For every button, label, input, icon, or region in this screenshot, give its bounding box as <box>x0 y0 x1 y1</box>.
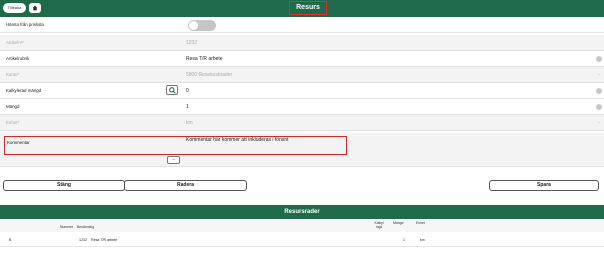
back-button[interactable]: Tillbaka <box>3 3 26 13</box>
konto-label: Konto* <box>6 72 20 77</box>
radera-button[interactable]: Radera <box>124 180 247 191</box>
row-mangd: 1 <box>403 238 405 242</box>
row-nummer: 1232 <box>79 238 87 242</box>
home-button[interactable] <box>29 3 41 13</box>
row-enhet: Enhet* km › <box>0 115 604 131</box>
col-nummer: Nummer <box>60 225 73 229</box>
col-kalkyl: Kalkyl mgd <box>374 221 384 229</box>
mangd-field[interactable]: 1 <box>186 104 189 110</box>
row-artikelnr: Artikelnr* 1232 <box>0 35 604 51</box>
chevron-icon: › <box>598 72 600 78</box>
col-enhet: Enhet <box>416 221 425 225</box>
clear-icon[interactable] <box>596 104 602 110</box>
row-mangd[interactable]: Mängd 1 <box>0 99 604 115</box>
row-enhet: km <box>420 238 425 242</box>
mangd-label: Mängd <box>6 104 20 109</box>
top-bar: Tillbaka Resurs <box>0 0 604 17</box>
page-title: Resurs <box>289 1 327 15</box>
row-hamta: Hämta från prislista <box>0 17 604 33</box>
chevron-icon: › <box>598 120 600 126</box>
row-artikelrubrik[interactable]: Artikelrubrik Resa T/R arbete <box>0 51 604 67</box>
kalkylerad-field[interactable]: 0 <box>186 88 189 94</box>
more-button[interactable]: ... <box>167 156 180 164</box>
table-row[interactable]: B 1232 Resa T/R arbete 1 km <box>0 233 604 247</box>
hamta-toggle[interactable] <box>188 20 216 31</box>
hamta-label: Hämta från prislista <box>6 22 44 27</box>
artikelnr-value: 1232 <box>186 40 198 46</box>
konto-value: 5800 Resekostnader <box>186 72 233 78</box>
spacer <box>0 167 604 177</box>
row-konto: Konto* 5800 Resekostnader › <box>0 67 604 83</box>
artikelrubrik-label: Artikelrubrik <box>6 56 30 61</box>
home-icon <box>32 5 38 11</box>
artikelnr-label: Artikelnr* <box>6 40 24 45</box>
stang-button[interactable]: Stäng <box>3 180 125 191</box>
artikelrubrik-field[interactable]: Resa T/R arbete <box>186 56 223 62</box>
col-mangd: Mängd <box>393 221 404 225</box>
clear-icon[interactable] <box>596 88 602 94</box>
search-icon <box>169 87 176 94</box>
enhet-value: km <box>186 120 193 126</box>
enhet-label: Enhet* <box>6 120 20 125</box>
kalkylerad-label: Kalkylerad mängd <box>6 88 42 93</box>
kommentar-label: Kommentar <box>7 140 30 145</box>
row-kalkylerad[interactable]: Kalkylerad mängd 0 <box>0 83 604 99</box>
table-header: Nummer Benämning Kalkyl mgd Mängd Enhet <box>0 219 604 232</box>
kommentar-field[interactable]: Kommentar här kommer att inkluderas i fö… <box>186 137 289 143</box>
search-button[interactable] <box>166 85 178 95</box>
clear-icon[interactable] <box>596 56 602 62</box>
row-benamning: Resa T/R arbete <box>91 238 118 242</box>
comment-highlight <box>4 136 347 155</box>
toggle-knob <box>189 21 198 30</box>
spara-button[interactable]: Spara <box>489 180 599 191</box>
row-type: B <box>9 238 12 242</box>
col-benamning: Benämning <box>77 225 95 229</box>
resursrader-header: Resursrader <box>0 205 604 219</box>
